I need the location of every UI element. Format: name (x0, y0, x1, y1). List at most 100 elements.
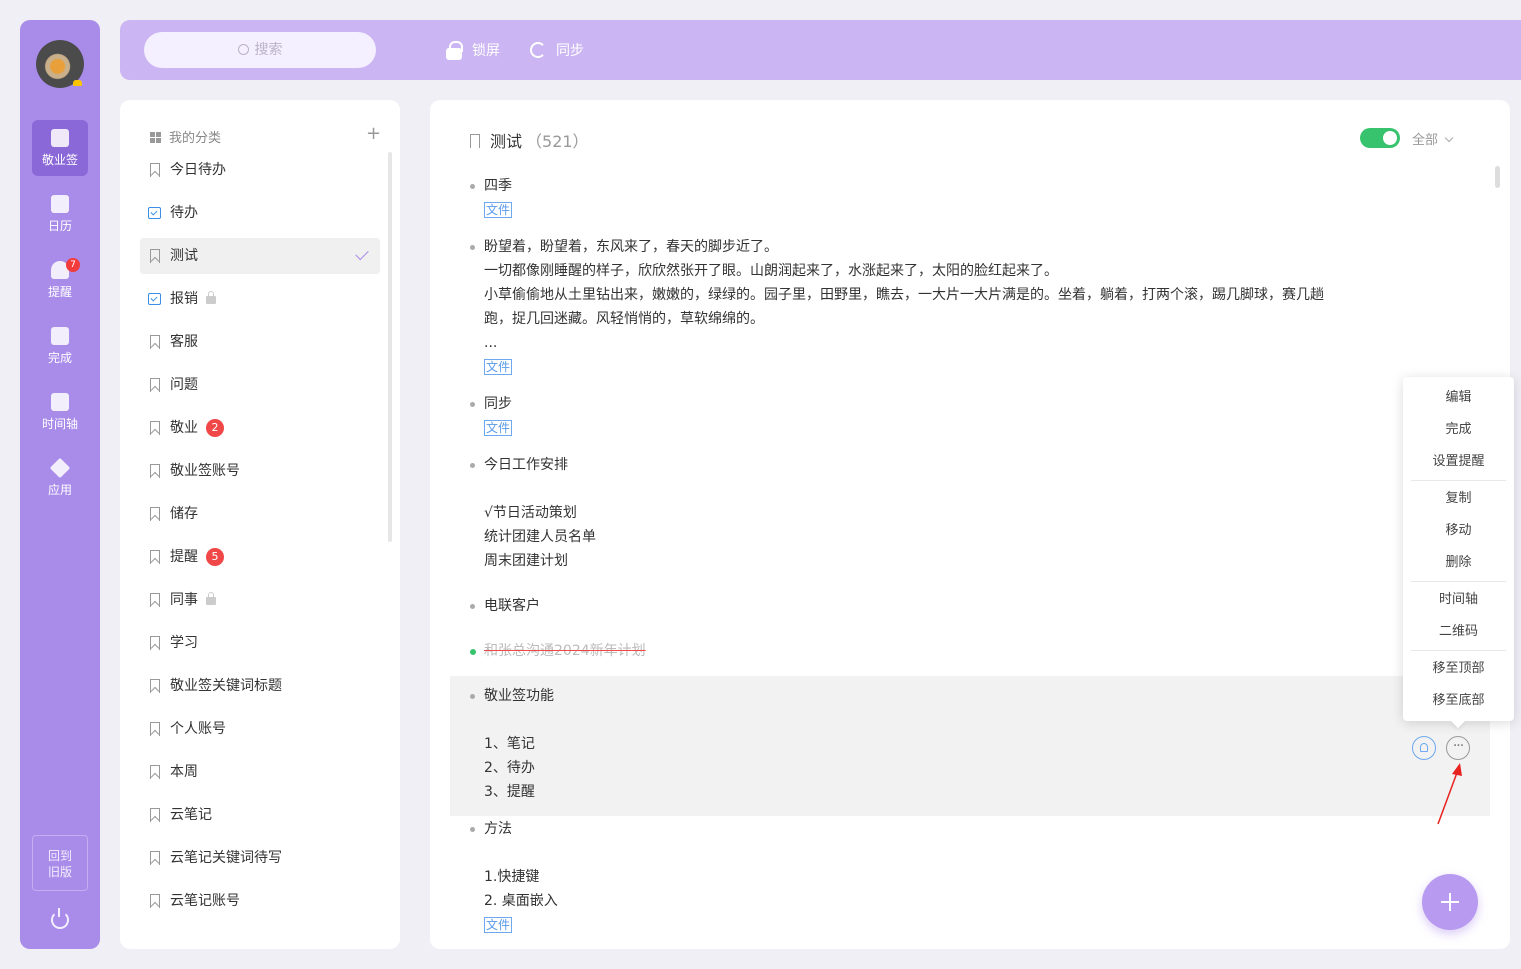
file-tag[interactable]: 文件 (484, 420, 513, 436)
category-header: 我的分类 (150, 127, 221, 146)
category-item[interactable]: 云笔记关键词待写 (140, 840, 380, 876)
bookmark-icon (150, 378, 160, 392)
context-menu-item[interactable]: 编辑 (1403, 382, 1514, 414)
sync-icon (530, 42, 546, 58)
note-item[interactable]: 方法 1.快捷键 2. 桌面嵌入 文件 (450, 817, 1490, 933)
category-item[interactable]: 同事 (140, 582, 380, 618)
sidebar-item-calendar[interactable]: 日历 (32, 186, 88, 242)
file-tag[interactable]: 文件 (484, 359, 513, 375)
add-category-button[interactable]: + (366, 124, 381, 144)
context-menu-item[interactable]: 移至底部 (1403, 685, 1514, 717)
category-item[interactable]: 云笔记账号 (140, 883, 380, 919)
note-scrollbar[interactable] (1495, 166, 1500, 188)
chevron-down-icon (1444, 133, 1454, 143)
category-panel: 我的分类 + 今日待办待办测试报销客服问题敬业 2 敬业签账号储存提醒 5 同事学习敬业… (120, 100, 400, 949)
category-item[interactable]: 学习 (140, 625, 380, 661)
old-version-button[interactable]: 回到 旧版 (32, 835, 88, 891)
bookmark-icon (150, 550, 160, 564)
note-text-line: 1、笔记 (484, 736, 535, 752)
category-label: 提醒 (170, 549, 198, 565)
power-icon[interactable] (51, 908, 69, 929)
category-item[interactable]: 待办 (140, 195, 380, 231)
sidebar-item-apps[interactable]: 应用 (32, 450, 88, 506)
category-item[interactable]: 提醒 5 (140, 539, 380, 575)
more-options-icon[interactable]: ··· (1446, 736, 1470, 760)
note-text-line: 2、待办 (484, 760, 535, 776)
category-scrollbar[interactable] (388, 152, 392, 542)
reminder-count-badge: 7 (66, 258, 80, 272)
set-reminder-bell-icon[interactable] (1412, 736, 1436, 760)
note-item[interactable]: 敬业签功能 1、笔记 2、待办 3、提醒 ··· (450, 676, 1490, 816)
bullet-dot-icon (470, 245, 475, 250)
add-note-button[interactable] (1422, 874, 1478, 930)
category-item[interactable]: 报销 (140, 281, 380, 317)
category-item[interactable]: 本周 (140, 754, 380, 790)
sync-label: 同步 (556, 43, 584, 59)
filter-label: 全部 (1412, 133, 1439, 148)
done-dot-icon (470, 649, 476, 655)
category-item[interactable]: 敬业 2 (140, 410, 380, 446)
context-menu-item[interactable]: 复制 (1403, 483, 1514, 515)
note-body: 方法 1.快捷键 2. 桌面嵌入 文件 (450, 817, 1490, 937)
sidebar-item-done[interactable]: 完成 (32, 318, 88, 374)
category-item[interactable]: 问题 (140, 367, 380, 403)
note-text-line: 同步 (484, 396, 512, 412)
category-item[interactable]: 储存 (140, 496, 380, 532)
note-text-line: 3、提醒 (484, 784, 535, 800)
note-item[interactable]: 盼望着，盼望着，东风来了，春天的脚步近了。 一切都像刚睡醒的样子，欣欣然张开了眼。… (450, 235, 1490, 377)
category-item[interactable]: 测试 (140, 238, 380, 274)
context-menu-item[interactable]: 完成 (1403, 414, 1514, 446)
bookmark-icon (150, 335, 160, 349)
note-list-panel: 测试 （521） 全部 四季 文件 盼望着，盼望着，东风来了，春天的脚步近了。 一切都像… (430, 100, 1510, 949)
old-version-label: 回到 (47, 849, 72, 863)
note-item[interactable]: 电联客户 (450, 594, 1490, 630)
cloud-note-icon (51, 129, 69, 147)
category-label: 云笔记账号 (170, 893, 240, 909)
annotation-arrow-icon (1437, 763, 1462, 825)
file-tag[interactable]: 文件 (484, 202, 513, 218)
sidebar-item-timeline[interactable]: 时间轴 (32, 384, 88, 440)
bookmark-icon (150, 894, 160, 908)
file-tag[interactable]: 文件 (484, 917, 513, 933)
bullet-dot-icon (470, 827, 475, 832)
note-count: （521） (526, 132, 589, 151)
sync-button[interactable]: 同步 (530, 40, 584, 60)
unread-badge: 5 (206, 548, 224, 566)
context-menu-item[interactable]: 时间轴 (1403, 584, 1514, 616)
timeline-icon (51, 393, 69, 411)
lock-screen-button[interactable]: 锁屏 (446, 40, 500, 60)
check-icon (355, 246, 369, 261)
bookmark-icon (150, 507, 160, 521)
note-item[interactable]: 今日工作安排 √节日活动策划 统计团建人员名单 周末团建计划 (450, 453, 1490, 583)
grid-icon (150, 132, 161, 143)
show-done-toggle[interactable] (1360, 128, 1400, 148)
vip-badge-icon (73, 80, 82, 86)
bookmark-icon (150, 765, 160, 779)
search-input[interactable]: 搜索 (144, 32, 376, 68)
category-item[interactable]: 今日待办 (140, 152, 380, 188)
context-menu-item[interactable]: 移至顶部 (1403, 653, 1514, 685)
category-item[interactable]: 敬业签关键词标题 (140, 668, 380, 704)
context-menu-item[interactable]: 设置提醒 (1403, 446, 1514, 478)
note-item[interactable]: 和张总沟通2024新年计划 (450, 639, 1490, 675)
category-item[interactable]: 客服 (140, 324, 380, 360)
context-menu-item[interactable]: 移动 (1403, 515, 1514, 547)
note-body: 和张总沟通2024新年计划 (450, 639, 1490, 663)
context-menu-item[interactable]: 二维码 (1403, 616, 1514, 648)
category-item[interactable]: 敬业签账号 (140, 453, 380, 489)
lock-icon (206, 592, 216, 605)
sidebar-item-reminders[interactable]: 7 提醒 (32, 252, 88, 308)
sidebar-item-notes[interactable]: 敬业签 (32, 120, 88, 176)
bullet-dot-icon (470, 402, 475, 407)
note-item[interactable]: 同步 文件 (450, 392, 1490, 448)
avatar[interactable] (36, 40, 84, 88)
category-item[interactable]: 云笔记 (140, 797, 380, 833)
category-label: 同事 (170, 592, 198, 608)
note-context-menu: 编辑 完成 设置提醒复制 移动 删除时间轴 二维码移至顶部 移至底部 (1403, 377, 1514, 721)
category-item[interactable]: 个人账号 (140, 711, 380, 747)
bookmark-icon (470, 134, 480, 148)
filter-dropdown[interactable]: 全部 (1412, 129, 1454, 148)
category-label: 客服 (170, 334, 198, 350)
context-menu-item[interactable]: 删除 (1403, 547, 1514, 579)
note-item[interactable]: 四季 文件 (450, 174, 1490, 230)
